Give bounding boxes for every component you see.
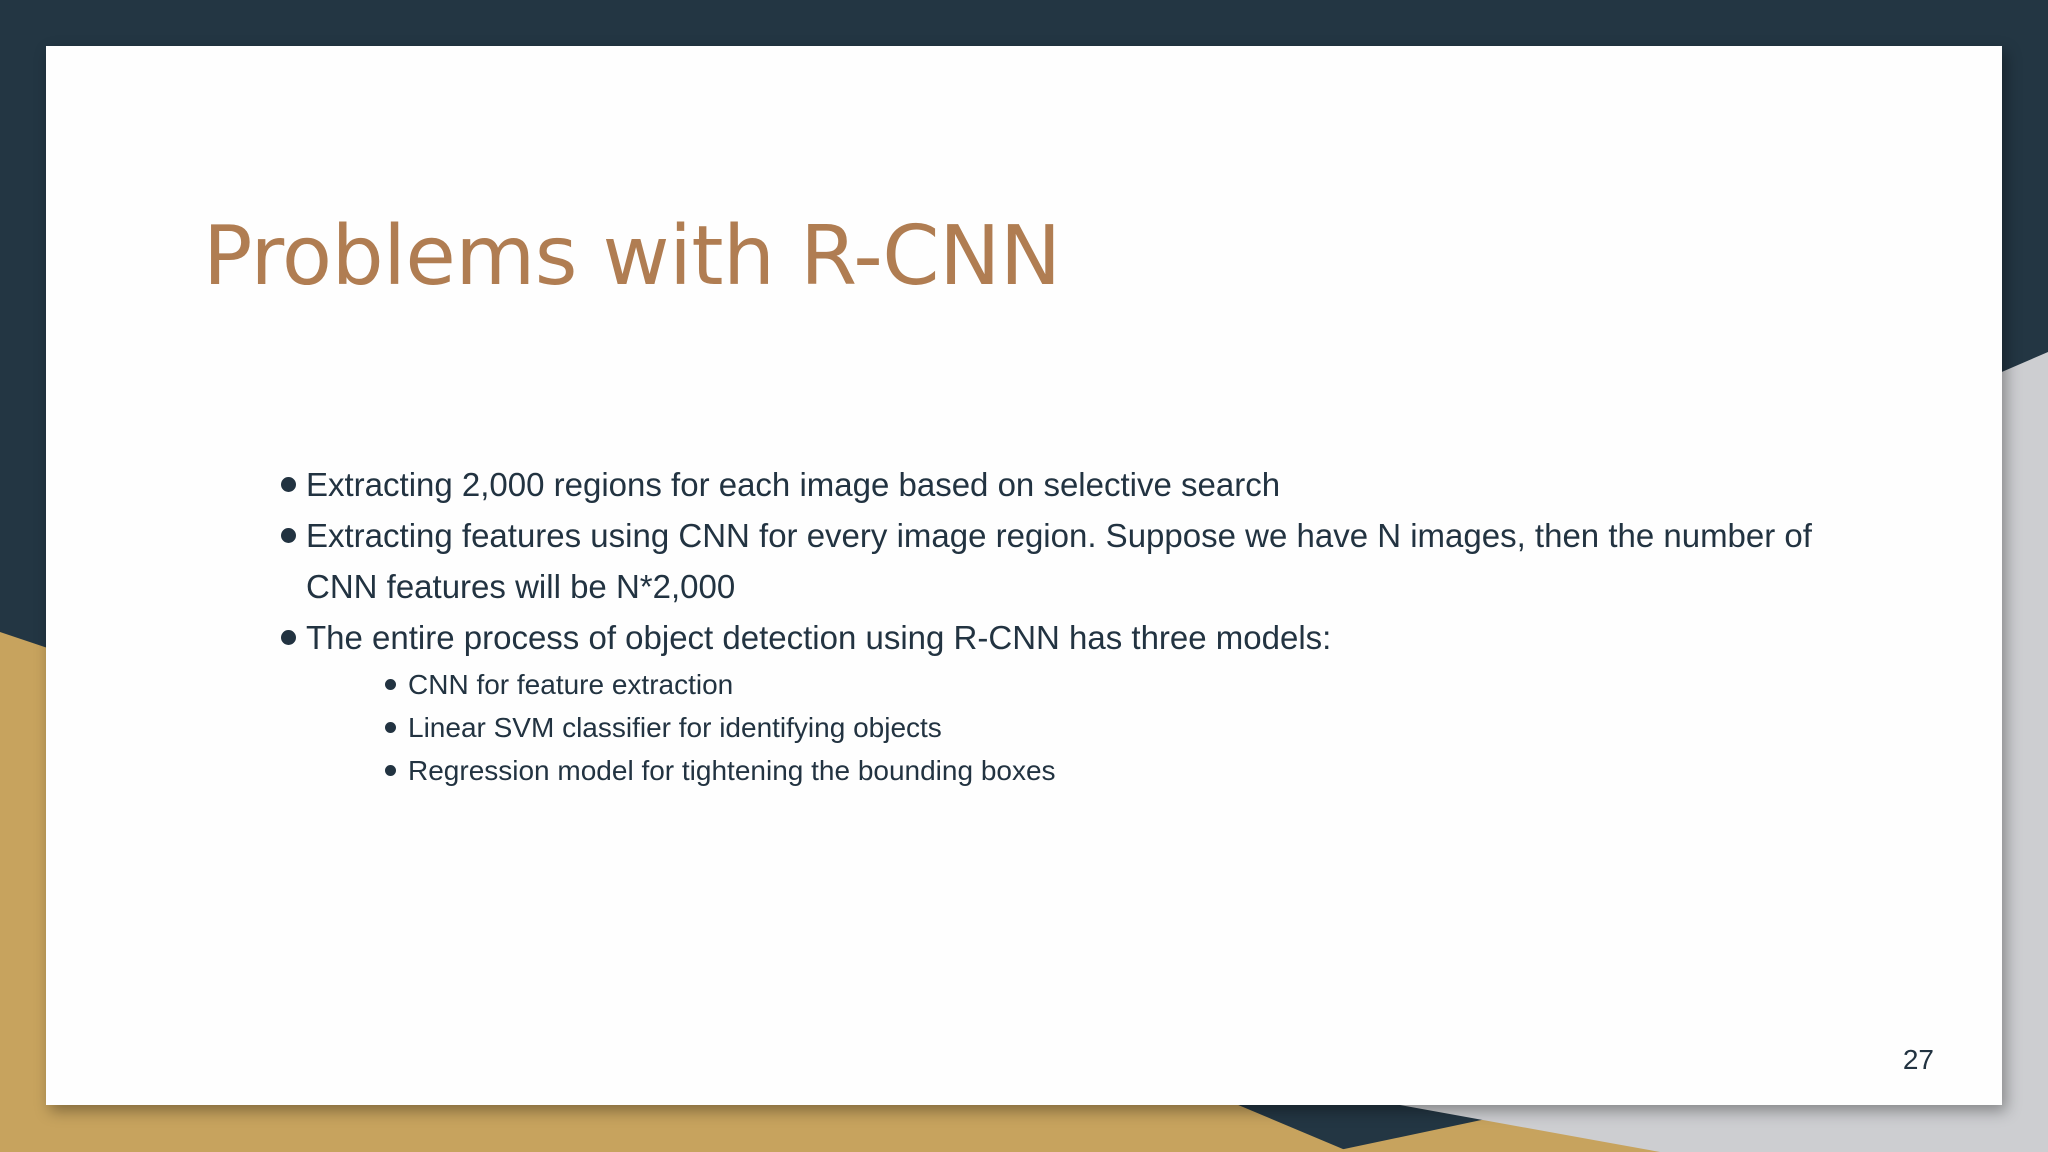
hollow-circle-icon bbox=[385, 679, 396, 690]
sub-bullet-text: CNN for feature extraction bbox=[408, 669, 734, 700]
bullet-list: Extracting 2,000 regions for each image … bbox=[46, 459, 1946, 792]
slide-canvas: Problems with R-CNN Extracting 2,000 reg… bbox=[46, 46, 2002, 1105]
bullet-text: The entire process of object detection u… bbox=[306, 619, 1332, 656]
bullet-item: Extracting 2,000 regions for each image … bbox=[46, 459, 1886, 510]
slide-title: Problems with R-CNN bbox=[203, 209, 1061, 304]
bullet-text: Extracting 2,000 regions for each image … bbox=[306, 466, 1281, 503]
bullet-dot-icon bbox=[281, 477, 296, 492]
sub-bullet-text: Regression model for tightening the boun… bbox=[408, 755, 1056, 786]
sub-bullet-item: Linear SVM classifier for identifying ob… bbox=[46, 706, 1886, 749]
sub-bullet-list: CNN for feature extraction Linear SVM cl… bbox=[306, 663, 1886, 792]
hollow-circle-icon bbox=[385, 722, 396, 733]
page-number: 27 bbox=[1902, 1044, 1934, 1075]
bullet-item: Extracting features using CNN for every … bbox=[46, 510, 1886, 612]
bullet-dot-icon bbox=[281, 630, 296, 645]
sub-bullet-item: CNN for feature extraction bbox=[46, 663, 1886, 706]
bullet-text: Extracting features using CNN for every … bbox=[306, 517, 1812, 605]
hollow-circle-icon bbox=[385, 765, 396, 776]
sub-bullet-text: Linear SVM classifier for identifying ob… bbox=[408, 712, 942, 743]
bullet-dot-icon bbox=[281, 528, 296, 543]
sub-bullet-item: Regression model for tightening the boun… bbox=[46, 749, 1886, 792]
bullet-item: The entire process of object detection u… bbox=[46, 612, 1886, 792]
